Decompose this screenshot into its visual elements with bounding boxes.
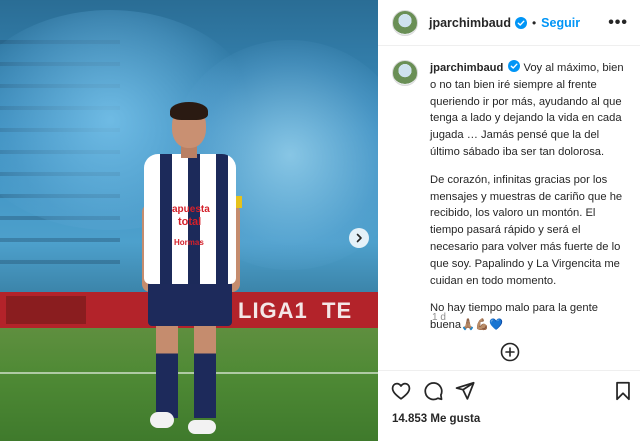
- follow-button[interactable]: Seguir: [541, 16, 580, 30]
- username-link[interactable]: jparchimbaud: [429, 16, 511, 30]
- next-photo-button[interactable]: [349, 228, 369, 248]
- send-icon[interactable]: [454, 380, 476, 402]
- shirt-sponsor-text: Hormas: [174, 238, 204, 247]
- player-leg: [156, 326, 178, 418]
- avatar[interactable]: [392, 9, 418, 36]
- player-hair: [170, 102, 208, 120]
- likes-count[interactable]: 14.853 Me gusta: [392, 413, 480, 425]
- shirt-sponsor-text: total: [178, 216, 202, 228]
- caption-username[interactable]: jparchimbaud: [430, 62, 503, 74]
- post-timestamp[interactable]: 1 d: [432, 312, 446, 323]
- caption-paragraph-2: De corazón, infinitas gracias por los me…: [430, 173, 623, 287]
- ad-board-text: LIGA1: [238, 298, 308, 323]
- post-side-panel: jparchimbaud • Seguir ••• jparchimbaud V…: [378, 0, 640, 441]
- heart-icon[interactable]: [390, 380, 412, 402]
- chevron-right-icon: [356, 233, 362, 243]
- post-actions-bar: 14.853 Me gusta: [378, 370, 640, 441]
- comment-icon[interactable]: [422, 380, 444, 402]
- advertising-panel: [6, 296, 86, 324]
- player-boot: [150, 412, 174, 428]
- player-boot: [188, 420, 216, 434]
- caption-paragraph-3: No hay tiempo malo para la gente buena🙏🏽…: [430, 302, 598, 332]
- football-player: apuesta total Hormas: [138, 100, 248, 440]
- verified-badge-icon: [514, 16, 527, 29]
- caption-text: jparchimbaud Voy al máximo, bien o no ta…: [430, 60, 632, 345]
- player-leg: [194, 326, 216, 418]
- player-shorts: [148, 280, 232, 326]
- bookmark-icon[interactable]: [612, 380, 634, 402]
- shirt-sponsor-text: apuesta: [172, 204, 210, 215]
- plus-circle-icon[interactable]: [500, 342, 520, 362]
- verified-badge-icon: [508, 60, 521, 72]
- post-photo: LIGA1 TE AP apuesta total Hormas: [0, 0, 378, 441]
- caption-paragraph-1: Voy al máximo, bien o no tan bien iré si…: [430, 62, 624, 158]
- more-options-button[interactable]: •••: [608, 14, 628, 32]
- post-header: jparchimbaud • Seguir •••: [378, 0, 640, 46]
- avatar[interactable]: [392, 60, 418, 86]
- caption-paragraph: jparchimbaud Voy al máximo, bien o no ta…: [430, 60, 632, 161]
- separator-dot: •: [531, 15, 537, 30]
- post-caption: jparchimbaud Voy al máximo, bien o no ta…: [392, 60, 632, 345]
